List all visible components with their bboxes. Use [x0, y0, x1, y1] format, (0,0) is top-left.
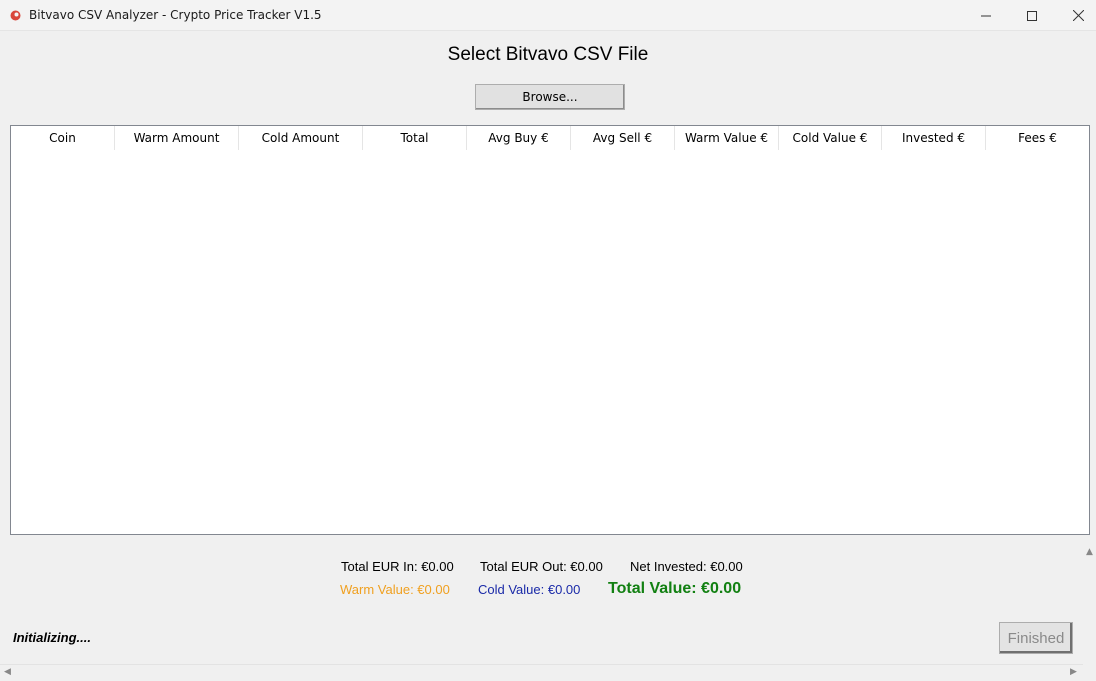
- vertical-scrollbar[interactable]: ▲: [1083, 546, 1096, 666]
- finished-button[interactable]: Finished: [999, 622, 1073, 654]
- warm-value-label: Warm Value: €0.00: [340, 582, 450, 597]
- column-header-avg-sell[interactable]: Avg Sell €: [571, 126, 675, 150]
- scroll-left-arrow-icon[interactable]: ◀: [4, 668, 11, 677]
- maximize-icon: [1027, 10, 1037, 21]
- column-header-invested[interactable]: Invested €: [882, 126, 986, 150]
- horizontal-scrollbar[interactable]: ◀ ▶: [0, 664, 1083, 681]
- column-header-total[interactable]: Total: [363, 126, 467, 150]
- window-title: Bitvavo CSV Analyzer - Crypto Price Trac…: [29, 8, 322, 22]
- net-invested-label: Net Invested: €0.00: [630, 559, 743, 574]
- cold-value-label: Cold Value: €0.00: [478, 582, 581, 597]
- column-header-avg-buy[interactable]: Avg Buy €: [467, 126, 571, 150]
- column-header-cold-value[interactable]: Cold Value €: [779, 126, 882, 150]
- column-header-fees[interactable]: Fees €: [986, 126, 1089, 150]
- column-header-warm-value[interactable]: Warm Value €: [675, 126, 779, 150]
- column-header-warm-amount[interactable]: Warm Amount: [115, 126, 239, 150]
- minimize-button[interactable]: [963, 0, 1009, 31]
- close-icon: [1072, 10, 1084, 21]
- close-button[interactable]: [1055, 0, 1096, 31]
- scroll-right-arrow-icon[interactable]: ▶: [1070, 668, 1077, 677]
- status-text: Initializing....: [13, 630, 91, 645]
- app-icon: [10, 10, 21, 21]
- total-eur-out-label: Total EUR Out: €0.00: [480, 559, 603, 574]
- page-title: Select Bitvavo CSV File: [447, 44, 649, 65]
- title-bar: Bitvavo CSV Analyzer - Crypto Price Trac…: [0, 0, 1096, 31]
- maximize-button[interactable]: [1009, 0, 1055, 31]
- total-value-label: Total Value: €0.00: [608, 580, 742, 597]
- total-eur-in-label: Total EUR In: €0.00: [341, 559, 454, 574]
- coin-table[interactable]: Coin Warm Amount Cold Amount Total Avg B…: [10, 125, 1090, 535]
- table-header: Coin Warm Amount Cold Amount Total Avg B…: [11, 126, 1089, 150]
- column-header-cold-amount[interactable]: Cold Amount: [239, 126, 363, 150]
- browse-button[interactable]: Browse...: [475, 84, 625, 110]
- minimize-icon: [981, 15, 991, 16]
- column-header-coin[interactable]: Coin: [11, 126, 115, 150]
- scroll-up-arrow-icon[interactable]: ▲: [1086, 548, 1093, 557]
